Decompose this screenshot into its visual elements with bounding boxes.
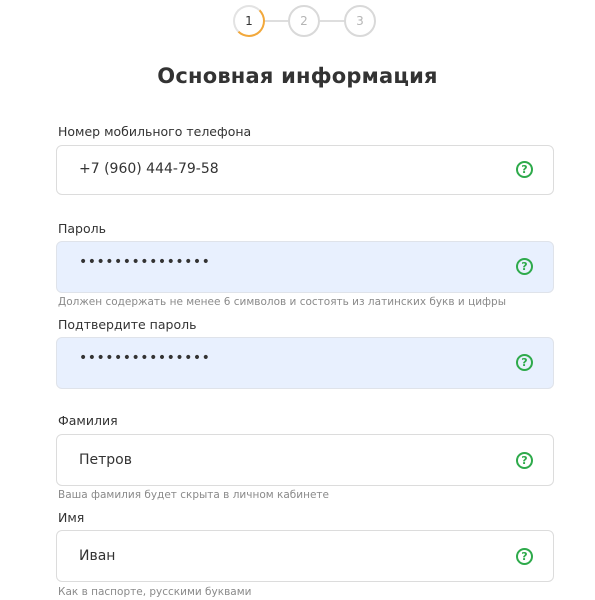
step-3: 3 [344,5,376,37]
first-name-value: Иван [79,548,116,564]
phone-label: Номер мобильного телефона [58,124,252,139]
password-confirm-value: ••••••••••••••• [79,350,211,366]
question-circle-icon[interactable]: ? [516,161,533,178]
stepper-connector [265,20,288,22]
password-hint: Должен содержать не менее 6 символов и с… [58,296,506,308]
password-field[interactable]: ••••••••••••••• ? [56,241,554,293]
password-value: ••••••••••••••• [79,254,211,270]
step-2: 2 [288,5,320,37]
phone-field[interactable]: +7 (960) 444-79-58 ? [56,145,554,195]
last-name-field[interactable]: Петров ? [56,434,554,486]
question-circle-icon[interactable]: ? [516,452,533,469]
first-name-label: Имя [58,510,85,525]
password-confirm-label: Подтвердите пароль [58,317,197,332]
password-confirm-field[interactable]: ••••••••••••••• ? [56,337,554,389]
step-1: 1 [233,5,265,37]
last-name-label: Фамилия [58,413,118,428]
question-circle-icon[interactable]: ? [516,354,533,371]
registration-stepper: 1 2 3 [0,0,595,42]
password-label: Пароль [58,221,106,236]
last-name-hint: Ваша фамилия будет скрыта в личном кабин… [58,489,329,501]
question-circle-icon[interactable]: ? [516,258,533,275]
page-title: Основная информация [157,64,438,88]
first-name-field[interactable]: Иван ? [56,530,554,582]
stepper-connector [320,20,346,22]
last-name-value: Петров [79,452,132,468]
first-name-hint: Как в паспорте, русскими буквами [58,586,252,598]
phone-value: +7 (960) 444-79-58 [79,161,219,177]
question-circle-icon[interactable]: ? [516,548,533,565]
